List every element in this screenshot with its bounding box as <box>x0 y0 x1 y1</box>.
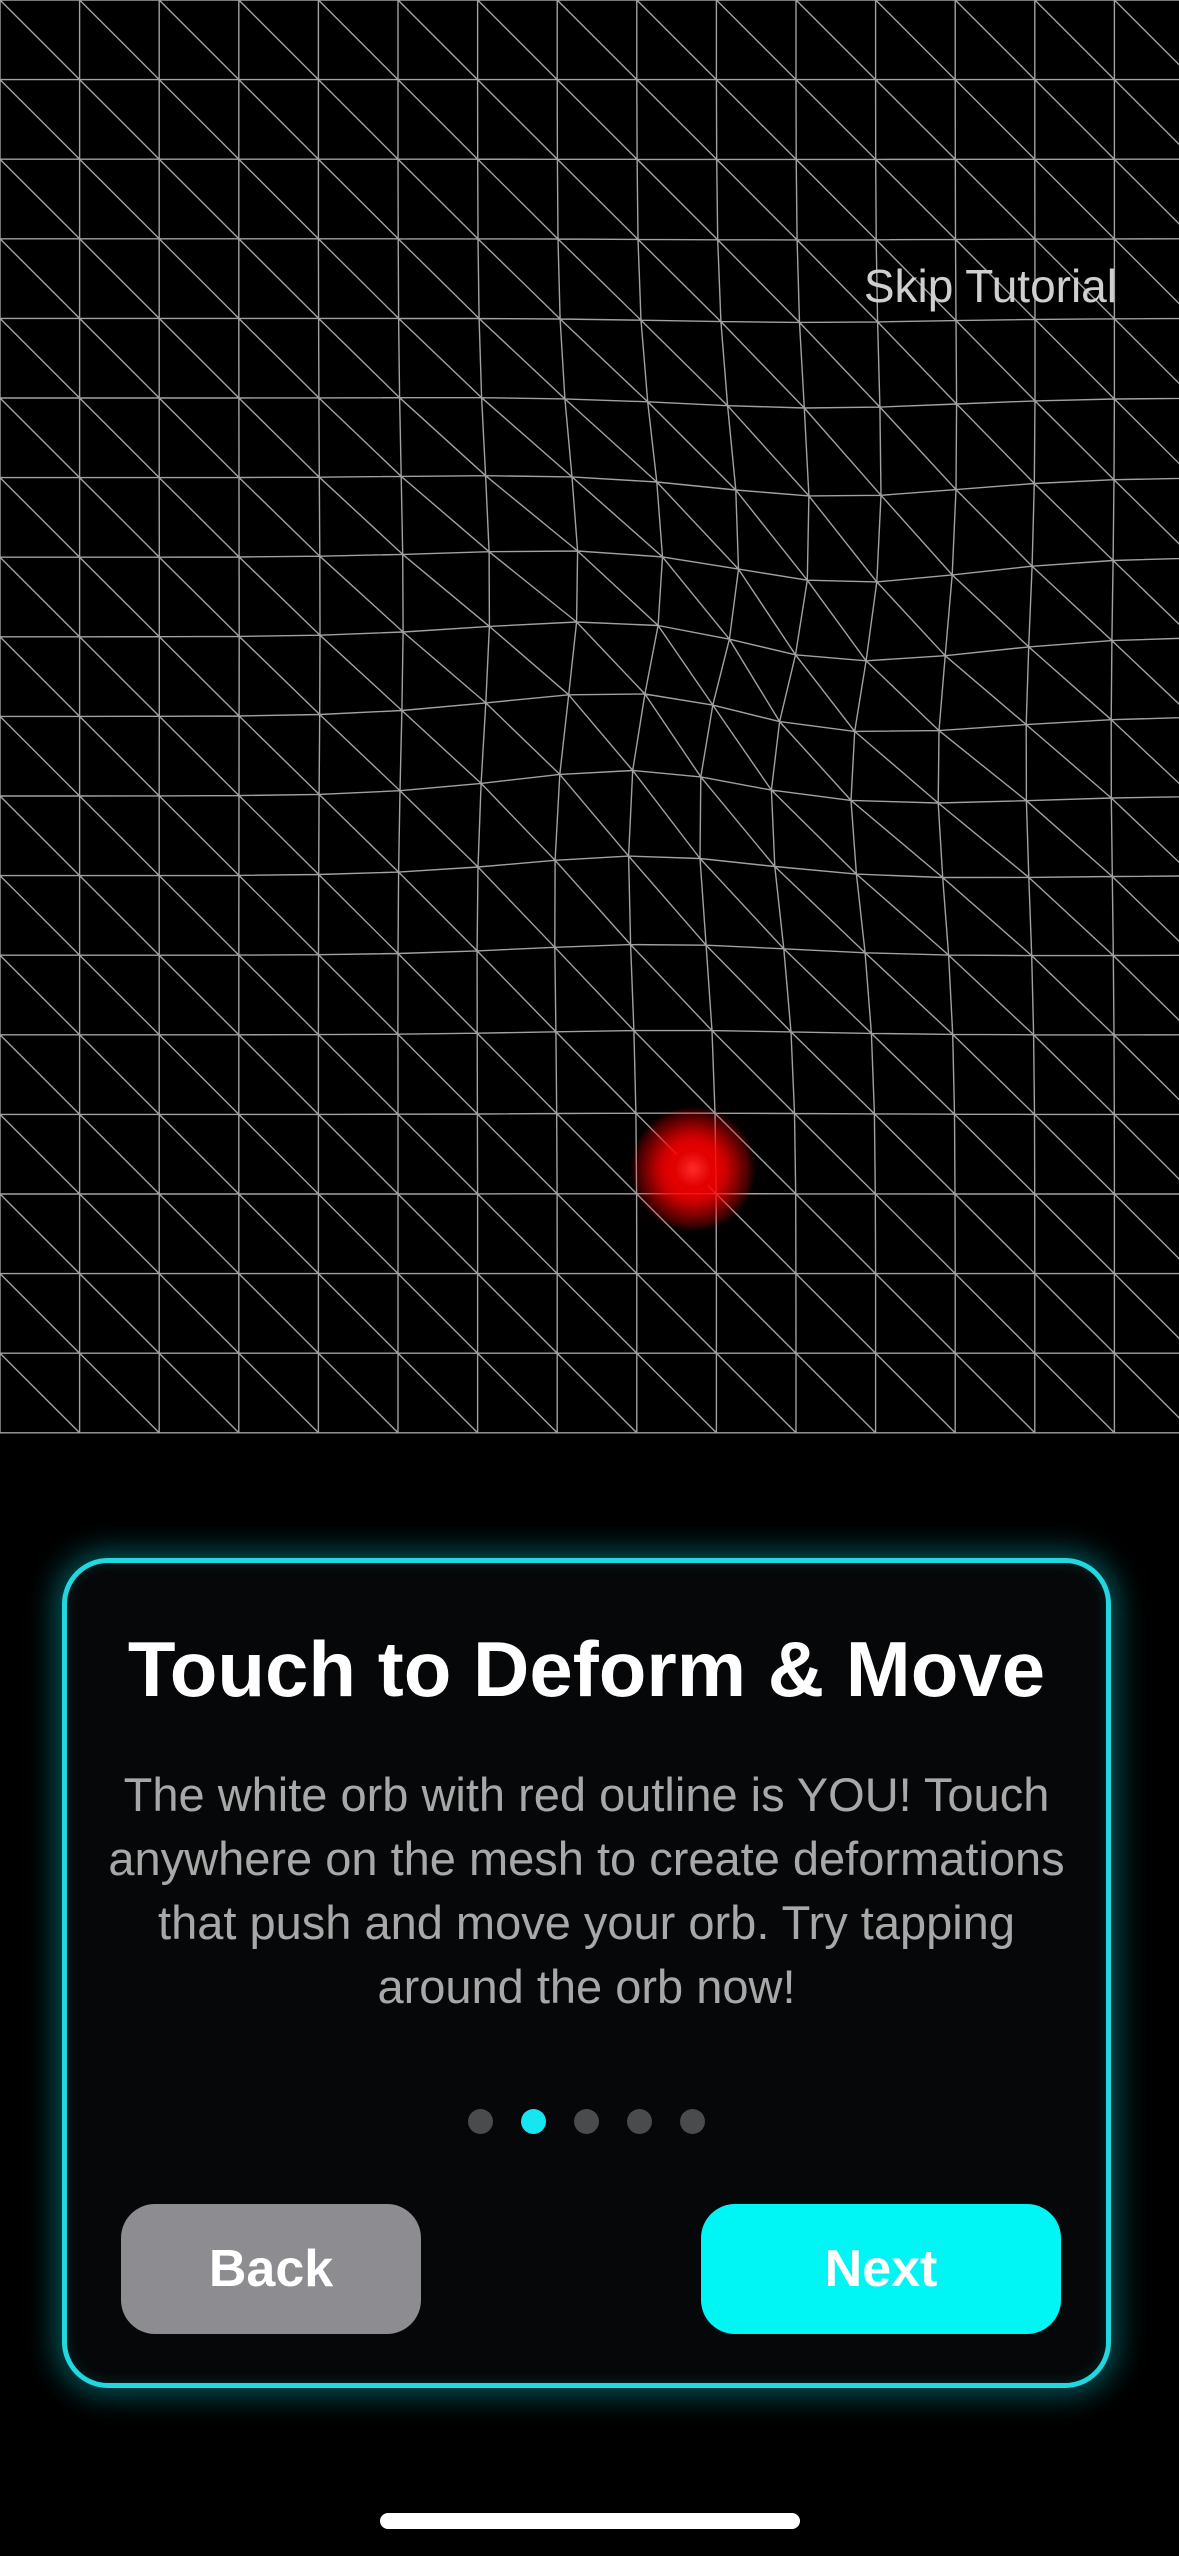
page-dot <box>574 2109 599 2134</box>
page-indicator <box>67 2109 1106 2135</box>
deformable-mesh[interactable] <box>0 0 1179 1436</box>
tutorial-card: Touch to Deform & Move The white orb wit… <box>62 1558 1111 2388</box>
next-button[interactable]: Next <box>701 2204 1061 2334</box>
mesh-grid[interactable] <box>0 0 1179 1436</box>
page-dot <box>627 2109 652 2134</box>
skip-tutorial-button[interactable]: Skip Tutorial <box>864 258 1117 314</box>
page-dot <box>521 2109 546 2134</box>
mesh-lines <box>0 0 1179 1434</box>
back-button[interactable]: Back <box>121 2204 421 2334</box>
home-indicator[interactable] <box>380 2513 800 2529</box>
card-body-text: The white orb with red outline is YOU! T… <box>108 1768 1065 2013</box>
page-dot <box>468 2109 493 2134</box>
page-dot <box>680 2109 705 2134</box>
orb-core <box>671 1147 715 1191</box>
card-title: Touch to Deform & Move <box>127 1625 1046 1713</box>
